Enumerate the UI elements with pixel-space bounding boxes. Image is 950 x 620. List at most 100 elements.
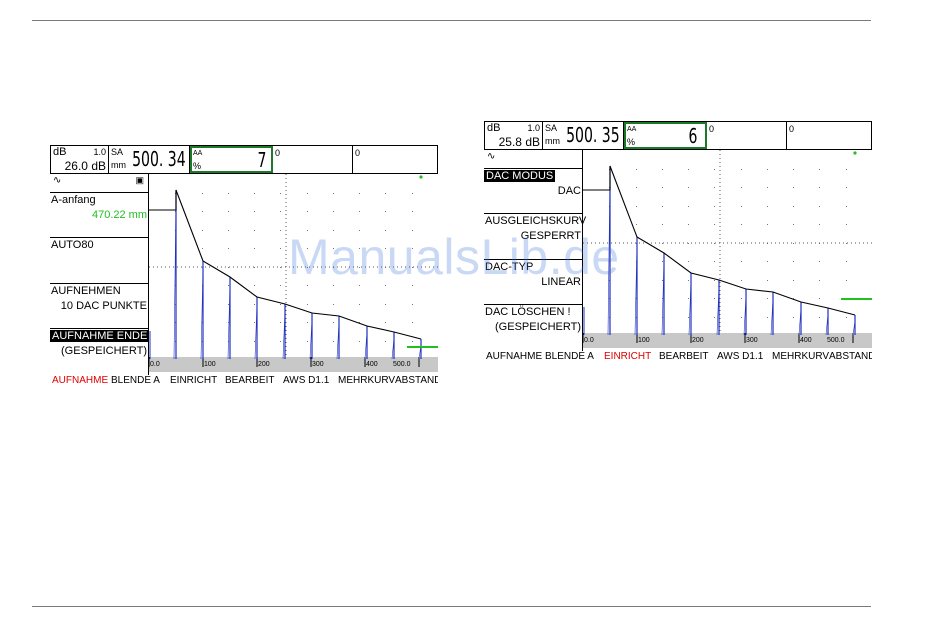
grid-dot xyxy=(412,304,413,305)
tab-aws[interactable]: AWS D1.1 xyxy=(283,375,329,386)
grid-dot xyxy=(254,193,255,194)
grid-dot xyxy=(280,267,281,268)
status-bar: dB 1.0 26.0 dB SA mm 500. 34 AA % 7 0 0 xyxy=(50,145,438,174)
grid-dot xyxy=(741,187,742,188)
rectify-icon: ∿ xyxy=(487,151,496,162)
tab-einricht[interactable]: EINRICHT xyxy=(604,351,651,362)
grid-dot xyxy=(793,169,794,170)
axis-tick-label: 300 xyxy=(746,337,758,344)
menu-header: ∿ ▣ xyxy=(50,174,148,193)
grid-dot xyxy=(741,280,742,281)
grid-dot xyxy=(202,248,203,249)
grid-dot xyxy=(359,341,360,342)
grid-dot xyxy=(819,298,820,299)
grid-dot xyxy=(793,280,794,281)
grid-dot xyxy=(688,280,689,281)
grid-dot xyxy=(636,169,637,170)
amplitude-field: AA % 6 xyxy=(624,122,707,149)
bottom-rule xyxy=(32,606,871,607)
grid-dot xyxy=(688,206,689,207)
menu-item-dac-loeschen[interactable]: DAC LÖSCHEN ! (GESPEICHERT) xyxy=(484,305,582,351)
tab-aufnahme[interactable]: AUFNAHME xyxy=(52,375,108,386)
grid-dot xyxy=(714,243,715,244)
ascan-plot: 0.0 100 200 300 400 500.0 xyxy=(583,150,872,348)
grid-dot xyxy=(767,261,768,262)
grid-dot xyxy=(280,322,281,323)
amplitude-value: 6 xyxy=(688,124,697,148)
reading-field-4: 0 xyxy=(353,146,438,173)
grid-dot xyxy=(280,248,281,249)
tab-blende-a[interactable]: BLENDE A xyxy=(545,351,594,362)
grid-dot xyxy=(767,298,768,299)
watermark-text: ManualsLib.de xyxy=(288,229,620,285)
grid-dot xyxy=(333,211,334,212)
grid-dot xyxy=(228,230,229,231)
grid-dot xyxy=(636,224,637,225)
tab-mehrkurv[interactable]: MEHRKURV xyxy=(338,375,395,386)
grid-dot xyxy=(412,341,413,342)
grid-dot xyxy=(767,224,768,225)
menu-item-value: 470.22 mm xyxy=(91,209,147,221)
sa-unit: mm xyxy=(545,136,560,146)
menu-item-label: AUFNAHME ENDE xyxy=(50,330,150,342)
tab-einricht[interactable]: EINRICHT xyxy=(170,375,217,386)
grid-dot xyxy=(741,317,742,318)
grid-dot xyxy=(228,267,229,268)
grid-dot xyxy=(793,243,794,244)
grid-dot xyxy=(714,298,715,299)
tab-abstand[interactable]: ABSTAND xyxy=(395,375,438,386)
sa-unit: mm xyxy=(111,160,126,170)
tab-mehrkurv[interactable]: MEHRKURV xyxy=(772,351,829,362)
grid-dot xyxy=(228,304,229,305)
grid-dot xyxy=(819,169,820,170)
grid-dot xyxy=(228,211,229,212)
tab-bearbeit[interactable]: BEARBEIT xyxy=(225,375,274,386)
grid-dot xyxy=(714,206,715,207)
menu-item-label: AUTO80 xyxy=(51,239,94,251)
save-icon: ▣ xyxy=(135,175,144,185)
reading-4-value: 0 xyxy=(789,124,795,134)
gate-marker xyxy=(841,298,872,300)
grid-dot xyxy=(333,193,334,194)
reading-3-value: 0 xyxy=(275,148,281,158)
grid-dot xyxy=(846,243,847,244)
menu-item-label: DAC MODUS xyxy=(484,170,556,182)
grid-dot xyxy=(385,322,386,323)
grid-dot xyxy=(819,317,820,318)
grid-dot xyxy=(307,304,308,305)
grid-dot xyxy=(688,317,689,318)
sa-value: 500. 34 xyxy=(132,147,186,171)
function-menu: ∿ ▣ A-anfang 470.22 mm AUTO80 AUFNEHMEN … xyxy=(50,174,150,375)
axis-tick-label: 200 xyxy=(692,337,704,344)
menu-item-value: (GESPEICHERT) xyxy=(495,321,581,333)
tab-abstand[interactable]: ABSTAND xyxy=(829,351,872,362)
tab-aufnahme[interactable]: AUFNAHME xyxy=(486,351,542,362)
grid-dot xyxy=(412,193,413,194)
grid-dot xyxy=(793,261,794,262)
tab-aws[interactable]: AWS D1.1 xyxy=(717,351,763,362)
grid-dot xyxy=(254,304,255,305)
gain-field[interactable]: dB 1.0 26.0 dB xyxy=(51,146,109,173)
menu-item-aufnehmen[interactable]: AUFNEHMEN 10 DAC PUNKTE xyxy=(50,284,148,329)
menu-item-value: DAC xyxy=(557,185,581,197)
grid-dot xyxy=(714,169,715,170)
grid-dot xyxy=(846,206,847,207)
grid-dot xyxy=(662,169,663,170)
menu-item-auto80[interactable]: AUTO80 xyxy=(50,238,148,284)
menu-item-a-anfang[interactable]: A-anfang 470.22 mm xyxy=(50,193,148,238)
grid-dot xyxy=(254,285,255,286)
grid-dot xyxy=(228,285,229,286)
gain-field[interactable]: dB 1.0 25.8 dB xyxy=(485,122,543,149)
gate-indicator xyxy=(419,175,423,179)
menu-item-aufnahme-ende[interactable]: AUFNAHME ENDE (GESPEICHERT) xyxy=(50,329,150,375)
tab-blende-a[interactable]: BLENDE A xyxy=(111,375,160,386)
gain-label: dB xyxy=(53,146,67,158)
axis-tick-label: 400 xyxy=(366,361,378,368)
grid-dot xyxy=(662,187,663,188)
grid-dot xyxy=(819,280,820,281)
tab-bearbeit[interactable]: BEARBEIT xyxy=(659,351,708,362)
grid-dot xyxy=(662,261,663,262)
menu-item-dac-modus[interactable]: DAC MODUS DAC xyxy=(484,169,582,214)
axis-tick-label: 100 xyxy=(204,361,216,368)
grid-dot xyxy=(307,322,308,323)
